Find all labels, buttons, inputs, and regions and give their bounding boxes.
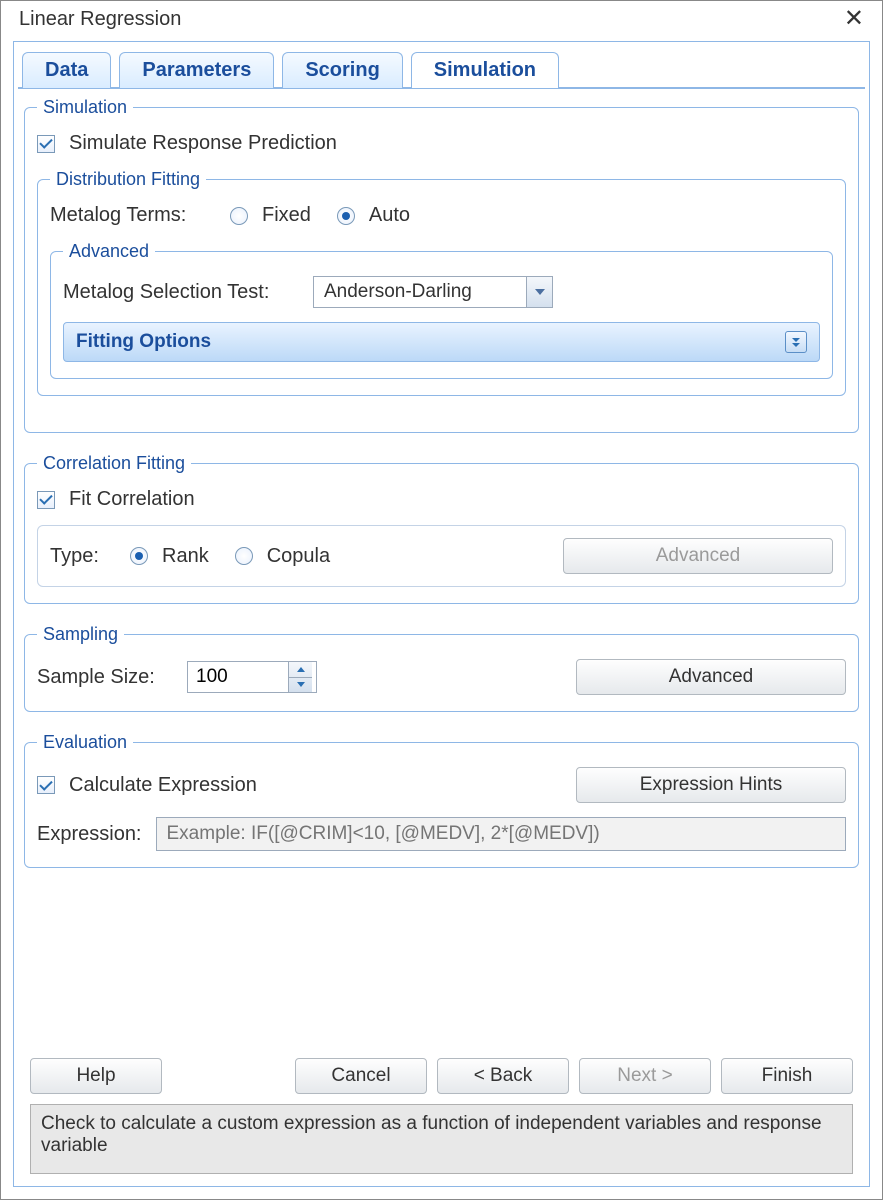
spin-down-button[interactable] [289,678,312,693]
fitting-options-accordion[interactable]: Fitting Options [63,322,820,362]
group-simulation-legend: Simulation [37,97,133,118]
expression-label: Expression: [37,823,142,846]
group-simulation: Simulation Simulate Response Prediction … [24,97,859,433]
sample-size-input[interactable] [188,662,288,692]
hint-text: Check to calculate a custom expression a… [30,1104,853,1174]
tab-simulation[interactable]: Simulation [411,52,559,88]
expression-hints-button[interactable]: Expression Hints [576,767,846,803]
fitting-options-label: Fitting Options [76,331,211,353]
group-distribution-advanced-legend: Advanced [63,241,155,262]
selection-test-label: Metalog Selection Test: [63,281,303,304]
sampling-advanced-button[interactable]: Advanced [576,659,846,695]
correlation-type-radios: Type: Rank Copula [50,545,330,568]
calc-expression-row: Calculate Expression Expression Hints [37,767,846,803]
finish-button[interactable]: Finish [721,1058,853,1094]
calc-expression-label: Calculate Expression [69,774,257,797]
group-distribution-fitting: Distribution Fitting Metalog Terms: Fixe… [37,169,846,396]
tab-parameters[interactable]: Parameters [119,52,274,88]
footer: Help Cancel < Back Next > Finish Check t… [24,1054,859,1182]
sample-size-label: Sample Size: [37,666,177,689]
calc-expression-checkbox[interactable] [37,776,55,794]
group-distribution-legend: Distribution Fitting [50,169,206,190]
arrow-down-icon [297,682,305,687]
tab-scoring[interactable]: Scoring [282,52,402,88]
help-button[interactable]: Help [30,1058,162,1094]
metalog-fixed-label: Fixed [262,204,311,227]
expression-row: Expression: [37,817,846,851]
group-sampling: Sampling Sample Size: Advanced [24,624,859,712]
back-button[interactable]: < Back [437,1058,569,1094]
double-chevron-down-icon [785,331,807,353]
cancel-button[interactable]: Cancel [295,1058,427,1094]
correlation-type-label: Type: [50,545,120,568]
metalog-terms-row: Metalog Terms: Fixed Auto [50,204,833,227]
dialog-window: Linear Regression ✕ Data Parameters Scor… [0,0,883,1200]
group-evaluation: Evaluation Calculate Expression Expressi… [24,732,859,868]
correlation-rank-radio[interactable] [130,547,148,565]
correlation-copula-radio[interactable] [235,547,253,565]
window-title: Linear Regression [19,8,181,31]
sampling-row: Sample Size: Advanced [37,659,846,695]
correlation-rank-label: Rank [162,545,209,568]
tab-content-simulation: Simulation Simulate Response Prediction … [18,87,865,1182]
selection-test-row: Metalog Selection Test: Anderson-Darling [63,276,820,308]
tab-data[interactable]: Data [22,52,111,88]
selection-test-dropdown[interactable]: Anderson-Darling [313,276,553,308]
simulate-checkbox[interactable] [37,135,55,153]
group-sampling-legend: Sampling [37,624,124,645]
correlation-type-row: Type: Rank Copula Advanced [37,525,846,587]
metalog-auto-label: Auto [369,204,410,227]
group-correlation-fitting: Correlation Fitting Fit Correlation Type… [24,453,859,604]
dialog-body: Data Parameters Scoring Simulation Simul… [13,41,870,1187]
arrow-up-icon [297,667,305,672]
fit-correlation-row: Fit Correlation [37,488,846,511]
fit-correlation-label: Fit Correlation [69,488,195,511]
simulate-label: Simulate Response Prediction [69,132,337,155]
fit-correlation-checkbox[interactable] [37,491,55,509]
correlation-advanced-button[interactable]: Advanced [563,538,833,574]
metalog-terms-label: Metalog Terms: [50,204,220,227]
expression-input[interactable] [156,817,847,851]
group-distribution-advanced: Advanced Metalog Selection Test: Anderso… [50,241,833,379]
next-button[interactable]: Next > [579,1058,711,1094]
selection-test-value: Anderson-Darling [314,281,482,303]
simulate-row: Simulate Response Prediction [37,132,846,155]
footer-buttons: Help Cancel < Back Next > Finish [30,1058,853,1094]
spin-up-button[interactable] [289,662,312,678]
correlation-copula-label: Copula [267,545,330,568]
metalog-fixed-radio[interactable] [230,207,248,225]
metalog-auto-radio[interactable] [337,207,355,225]
group-evaluation-legend: Evaluation [37,732,133,753]
titlebar: Linear Regression ✕ [1,1,882,37]
group-correlation-legend: Correlation Fitting [37,453,191,474]
close-icon[interactable]: ✕ [838,7,870,31]
tab-bar: Data Parameters Scoring Simulation [18,52,865,88]
chevron-down-icon [526,277,552,307]
sample-size-spinbox[interactable] [187,661,317,693]
spin-buttons [288,662,312,692]
